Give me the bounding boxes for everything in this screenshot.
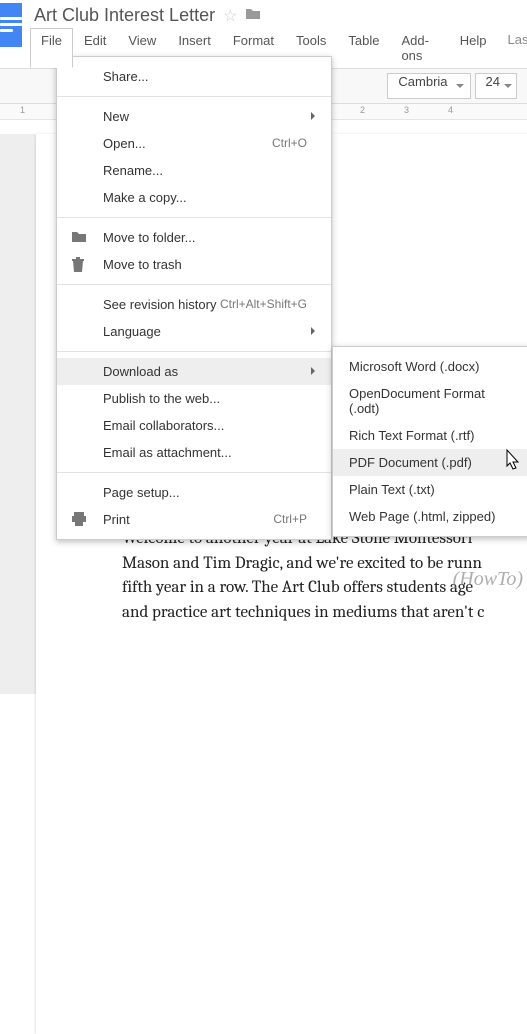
file-print[interactable]: PrintCtrl+P (57, 506, 331, 533)
separator (57, 351, 331, 352)
file-open[interactable]: Open...Ctrl+O (57, 130, 331, 157)
doc-title-row: Art Club Interest Letter ☆ (28, 3, 527, 28)
chevron-down-icon (456, 84, 464, 92)
menu-help[interactable]: Help (449, 28, 498, 68)
ruler-mark: 3 (404, 105, 409, 115)
separator (57, 472, 331, 473)
folder-icon (71, 230, 87, 246)
file-download-as[interactable]: Download as (57, 358, 331, 385)
last-edit-label[interactable]: Last e (498, 28, 527, 68)
download-docx[interactable]: Microsoft Word (.docx) (333, 353, 527, 380)
shortcut: Ctrl+P (273, 512, 307, 526)
menu-addons[interactable]: Add-ons (390, 28, 448, 68)
file-new[interactable]: New (57, 103, 331, 130)
cursor-pointer-icon (503, 448, 523, 477)
chevron-right-icon (311, 367, 319, 375)
menu-file[interactable]: File (30, 28, 73, 68)
shortcut: Ctrl+Alt+Shift+G (220, 297, 307, 311)
doc-title[interactable]: Art Club Interest Letter (34, 5, 215, 26)
font-size-select[interactable]: 24 (475, 73, 517, 99)
ruler-mark: 4 (448, 105, 453, 115)
download-odt[interactable]: OpenDocument Format (.odt) (333, 380, 527, 422)
body-line: and practice art techniques in mediums t… (122, 601, 527, 626)
file-language[interactable]: Language (57, 318, 331, 345)
download-rtf[interactable]: Rich Text Format (.rtf) (333, 422, 527, 449)
ruler-mark: 1 (20, 105, 25, 115)
file-email-collab[interactable]: Email collaborators... (57, 412, 331, 439)
file-make-copy[interactable]: Make a copy... (57, 184, 331, 211)
folder-icon[interactable] (245, 7, 261, 24)
shortcut: Ctrl+O (272, 136, 307, 150)
file-move-folder[interactable]: Move to folder... (57, 224, 331, 251)
download-submenu: Microsoft Word (.docx) OpenDocument Form… (332, 346, 527, 537)
docs-logo[interactable] (0, 3, 22, 47)
print-icon (71, 512, 87, 528)
trash-icon (71, 257, 87, 273)
chevron-right-icon (311, 112, 319, 120)
file-page-setup[interactable]: Page setup... (57, 479, 331, 506)
font-select[interactable]: Cambria (387, 73, 470, 99)
separator (57, 284, 331, 285)
menu-table[interactable]: Table (337, 28, 390, 68)
separator (57, 217, 331, 218)
star-icon[interactable]: ☆ (223, 6, 237, 26)
file-publish[interactable]: Publish to the web... (57, 385, 331, 412)
chevron-down-icon (504, 84, 512, 92)
docs-logo-icon (0, 17, 22, 33)
file-menu: Share... New Open...Ctrl+O Rename... Mak… (56, 56, 332, 540)
separator (57, 96, 331, 97)
file-rename[interactable]: Rename... (57, 157, 331, 184)
download-txt[interactable]: Plain Text (.txt) (333, 476, 527, 503)
file-revision[interactable]: See revision historyCtrl+Alt+Shift+G (57, 291, 331, 318)
font-name: Cambria (398, 74, 447, 89)
file-email-attach[interactable]: Email as attachment... (57, 439, 331, 466)
ruler-mark: 2 (360, 105, 365, 115)
file-move-trash[interactable]: Move to trash (57, 251, 331, 278)
chevron-right-icon (311, 327, 319, 335)
download-pdf[interactable]: PDF Document (.pdf) (333, 449, 527, 476)
watermark: (HowTo) (453, 568, 523, 591)
file-share[interactable]: Share... (57, 63, 331, 90)
download-html[interactable]: Web Page (.html, zipped) (333, 503, 527, 530)
font-size: 24 (486, 74, 500, 89)
